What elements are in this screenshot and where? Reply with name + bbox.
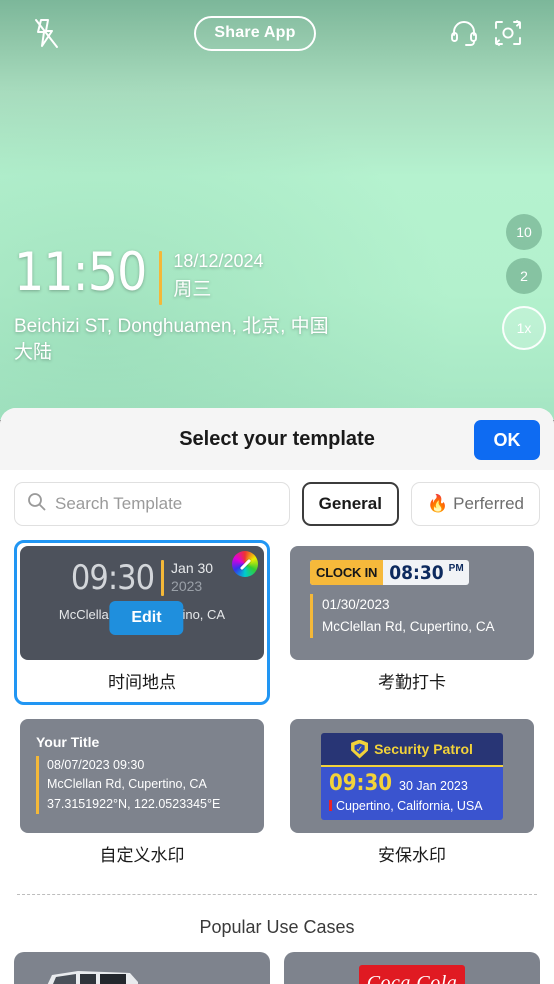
template-preview-time-place: 09:30 Jan 30 2023 McClellan Rd, Cupertin…	[20, 546, 264, 660]
clock-in-plate: CLOCK IN 08:30 PM	[310, 560, 469, 585]
custom-datetime: 08/07/2023 09:30	[47, 758, 145, 772]
check-glyph: ✓	[355, 743, 364, 754]
ok-button[interactable]: OK	[474, 420, 540, 460]
clock-in-meridiem: PM	[448, 563, 464, 574]
shield-check-icon: ✓	[351, 739, 369, 759]
camera-right-controls: 10 2 1x	[502, 214, 546, 350]
search-template-input[interactable]: Search Template	[14, 482, 290, 526]
template-card-custom-watermark[interactable]: Your Title 08/07/2023 09:30 McClellan Rd…	[14, 713, 270, 878]
template-card-clock-in[interactable]: CLOCK IN 08:30 PM 01/30/2023 McClellan R…	[284, 540, 540, 705]
template-label-security-patrol: 安保水印	[378, 846, 446, 865]
template-card-time-place[interactable]: 09:30 Jan 30 2023 McClellan Rd, Cupertin…	[14, 540, 270, 705]
preview-date: Jan 30	[171, 560, 214, 576]
sheet-title: Select your template	[179, 427, 375, 450]
popular-card-beverage-brand[interactable]: Coca Cola	[284, 952, 540, 984]
security-time: 09:30	[329, 770, 393, 796]
custom-details: 08/07/2023 09:30 McClellan Rd, Cupertino…	[36, 756, 254, 815]
popular-card-vehicle[interactable]	[14, 952, 270, 984]
clock-in-location: McClellan Rd, Cupertino, CA	[322, 618, 495, 634]
clock-in-date: 01/30/2023	[322, 597, 390, 612]
sheet-body: Search Template General 🔥 Perferred 09:3…	[0, 470, 554, 984]
security-time-row: 09:30 30 Jan 2023	[329, 770, 495, 796]
clock-in-time: 08:30	[389, 561, 444, 584]
preview-time-row: 09:30 Jan 30 2023	[20, 560, 264, 596]
template-preview-clock-in: CLOCK IN 08:30 PM 01/30/2023 McClellan R…	[290, 546, 534, 660]
sheet-header: Select your template OK	[0, 408, 554, 470]
camera-template-screen: Share App 11:50 18/12/2024 周三 Beichizi S…	[0, 0, 554, 984]
location-pin-icon	[329, 800, 332, 811]
preview-content-custom: Your Title 08/07/2023 09:30 McClellan Rd…	[36, 734, 254, 815]
tab-general-label: General	[318, 494, 382, 513]
share-app-button[interactable]: Share App	[194, 15, 316, 51]
zoom-level-button[interactable]: 1x	[502, 306, 546, 350]
timer-button[interactable]: 10	[506, 214, 542, 250]
color-wheel-icon[interactable]	[232, 551, 258, 577]
watermark-time-row: 11:50 18/12/2024 周三	[14, 242, 374, 305]
camera-topbar: Share App	[0, 0, 554, 66]
camera-switch-icon[interactable]	[486, 11, 530, 55]
watermark-weekday: 周三	[173, 279, 212, 301]
template-grid: 09:30 Jan 30 2023 McClellan Rd, Cupertin…	[14, 540, 540, 878]
custom-coords: 37.3151922°N, 122.0523345°E	[47, 796, 221, 811]
fire-icon: 🔥	[426, 494, 449, 513]
preview-content-clock-in: CLOCK IN 08:30 PM 01/30/2023 McClellan R…	[310, 560, 522, 638]
watermark-accent-bar	[159, 251, 163, 305]
clock-in-details: 01/30/2023 McClellan Rd, Cupertino, CA	[310, 594, 522, 638]
tab-general[interactable]: General	[301, 482, 399, 526]
security-title: Security Patrol	[374, 741, 473, 757]
security-body: 09:30 30 Jan 2023 Cupertino, California,…	[321, 766, 503, 820]
custom-title: Your Title	[36, 734, 100, 750]
popular-use-cases-grid: Coca Cola	[14, 952, 540, 984]
watermark-date-block: 18/12/2024 周三	[173, 248, 263, 304]
preview-time: 09:30	[70, 558, 155, 598]
template-preview-security-patrol: ✓ Security Patrol 09:30 30 Jan 2023 Cupe…	[290, 719, 534, 833]
security-header: ✓ Security Patrol	[321, 732, 503, 767]
tab-perferred[interactable]: 🔥 Perferred	[410, 482, 540, 526]
security-date: 30 Jan 2023	[399, 778, 468, 793]
red-brand-logo: Coca Cola	[359, 965, 465, 984]
watermark-location: Beichizi ST, Donghuamen, 北京, 中国大陆	[14, 316, 329, 364]
search-icon	[27, 492, 46, 516]
preview-accent-bar	[161, 560, 165, 596]
flash-off-icon[interactable]	[24, 11, 68, 55]
template-label-clock-in: 考勤打卡	[378, 673, 446, 692]
preview-year: 2023	[171, 578, 203, 594]
template-filter-row: Search Template General 🔥 Perferred	[14, 470, 540, 536]
security-location: Cupertino, California, USA	[336, 798, 483, 813]
camera-watermark-overlay[interactable]: 11:50 18/12/2024 周三 Beichizi ST, Donghua…	[14, 242, 374, 366]
burst-count-button[interactable]: 2	[506, 258, 542, 294]
template-card-security-patrol[interactable]: ✓ Security Patrol 09:30 30 Jan 2023 Cupe…	[284, 713, 540, 878]
edit-template-button[interactable]: Edit	[109, 601, 184, 635]
white-van-photo	[47, 971, 138, 984]
search-placeholder: Search Template	[55, 494, 183, 513]
popular-use-cases-heading: Popular Use Cases	[199, 917, 355, 937]
custom-location: McClellan Rd, Cupertino, CA	[47, 777, 207, 792]
template-bottom-sheet: Select your template OK Search Template …	[0, 408, 554, 984]
security-location-row: Cupertino, California, USA	[329, 799, 495, 813]
tab-perferred-label: Perferred	[453, 494, 524, 513]
preview-date-block: Jan 30 2023	[171, 560, 213, 596]
template-label-time-place: 时间地点	[108, 673, 176, 692]
watermark-time: 11:50	[14, 242, 147, 303]
security-card: ✓ Security Patrol 09:30 30 Jan 2023 Cupe…	[321, 732, 503, 820]
template-preview-custom-watermark: Your Title 08/07/2023 09:30 McClellan Rd…	[20, 719, 264, 833]
watermark-date: 18/12/2024	[173, 251, 264, 271]
clock-in-tag: CLOCK IN	[310, 560, 384, 585]
headset-icon[interactable]	[442, 11, 486, 55]
template-label-custom-watermark: 自定义水印	[99, 846, 185, 865]
